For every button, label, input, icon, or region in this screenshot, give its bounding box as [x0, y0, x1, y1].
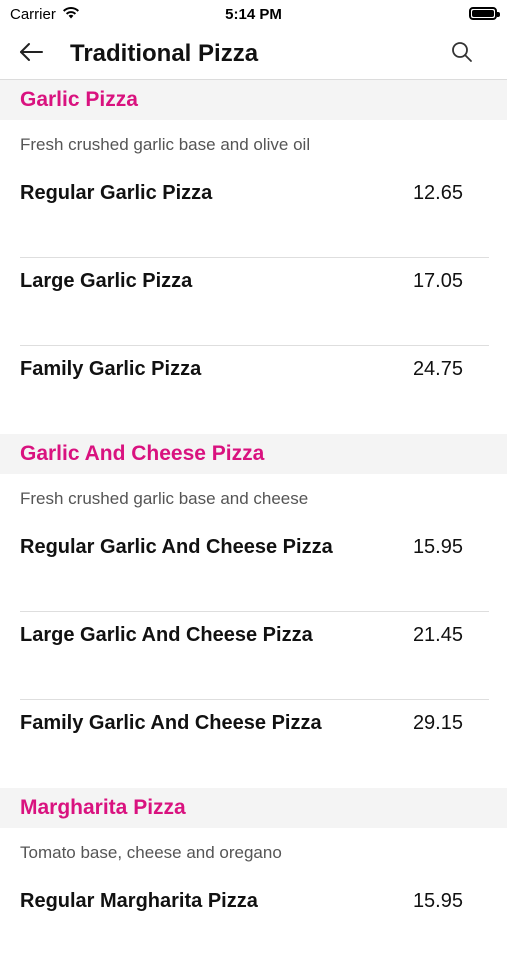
menu-item-name: Regular Margharita Pizza — [20, 890, 258, 912]
back-button[interactable] — [14, 40, 48, 68]
menu-item-row[interactable]: Regular Margharita Pizza 15.95 — [20, 878, 489, 966]
section-description: Fresh crushed garlic base and cheese — [20, 489, 309, 508]
menu-item-row[interactable]: Large Garlic And Cheese Pizza 21.45 — [20, 612, 489, 700]
menu-item-price: 15.95 — [412, 536, 463, 558]
menu-section: Garlic Pizza Fresh crushed garlic base a… — [0, 80, 507, 434]
menu-section: Margharita Pizza Tomato base, cheese and… — [0, 788, 507, 966]
menu-item-name: Family Garlic Pizza — [20, 358, 202, 380]
page-title: Traditional Pizza — [70, 40, 259, 67]
menu-item-price: 21.45 — [412, 624, 463, 646]
menu-item-price: 17.05 — [412, 270, 463, 292]
menu-item-price: 24.75 — [412, 358, 463, 380]
section-title: Garlic And Cheese Pizza — [0, 434, 507, 474]
menu-item-row[interactable]: Large Garlic Pizza 17.05 — [20, 258, 489, 346]
section-description: Fresh crushed garlic base and olive oil — [20, 135, 311, 154]
menu-section: Garlic And Cheese Pizza Fresh crushed ga… — [0, 434, 507, 788]
section-description: Tomato base, cheese and oregano — [20, 843, 282, 862]
search-button[interactable] — [447, 40, 477, 68]
section-title: Margharita Pizza — [0, 788, 507, 828]
search-icon — [451, 41, 473, 68]
menu-item-name: Regular Garlic And Cheese Pizza — [20, 536, 333, 558]
status-bar: Carrier 5:14 PM — [0, 0, 507, 28]
menu-item-row[interactable]: Family Garlic Pizza 24.75 — [20, 346, 489, 434]
section-title: Garlic Pizza — [0, 80, 507, 120]
menu-item-name: Large Garlic Pizza — [20, 270, 193, 292]
arrow-left-icon — [18, 41, 44, 68]
menu-item-row[interactable]: Regular Garlic Pizza 12.65 — [20, 170, 489, 258]
navigation-bar: Traditional Pizza — [0, 28, 507, 80]
menu-item-price: 12.65 — [412, 182, 463, 204]
menu-item-name: Large Garlic And Cheese Pizza — [20, 624, 313, 646]
menu-item-row[interactable]: Family Garlic And Cheese Pizza 29.15 — [20, 700, 489, 788]
menu-item-row[interactable]: Regular Garlic And Cheese Pizza 15.95 — [20, 524, 489, 612]
status-time: 5:14 PM — [225, 6, 282, 23]
menu-item-name: Regular Garlic Pizza — [20, 182, 213, 204]
menu-item-price: 29.15 — [412, 712, 463, 734]
menu-item-name: Family Garlic And Cheese Pizza — [20, 712, 322, 734]
battery-icon — [469, 7, 500, 20]
menu-item-price: 15.95 — [412, 890, 463, 912]
menu-list: Garlic Pizza Fresh crushed garlic base a… — [0, 80, 507, 966]
